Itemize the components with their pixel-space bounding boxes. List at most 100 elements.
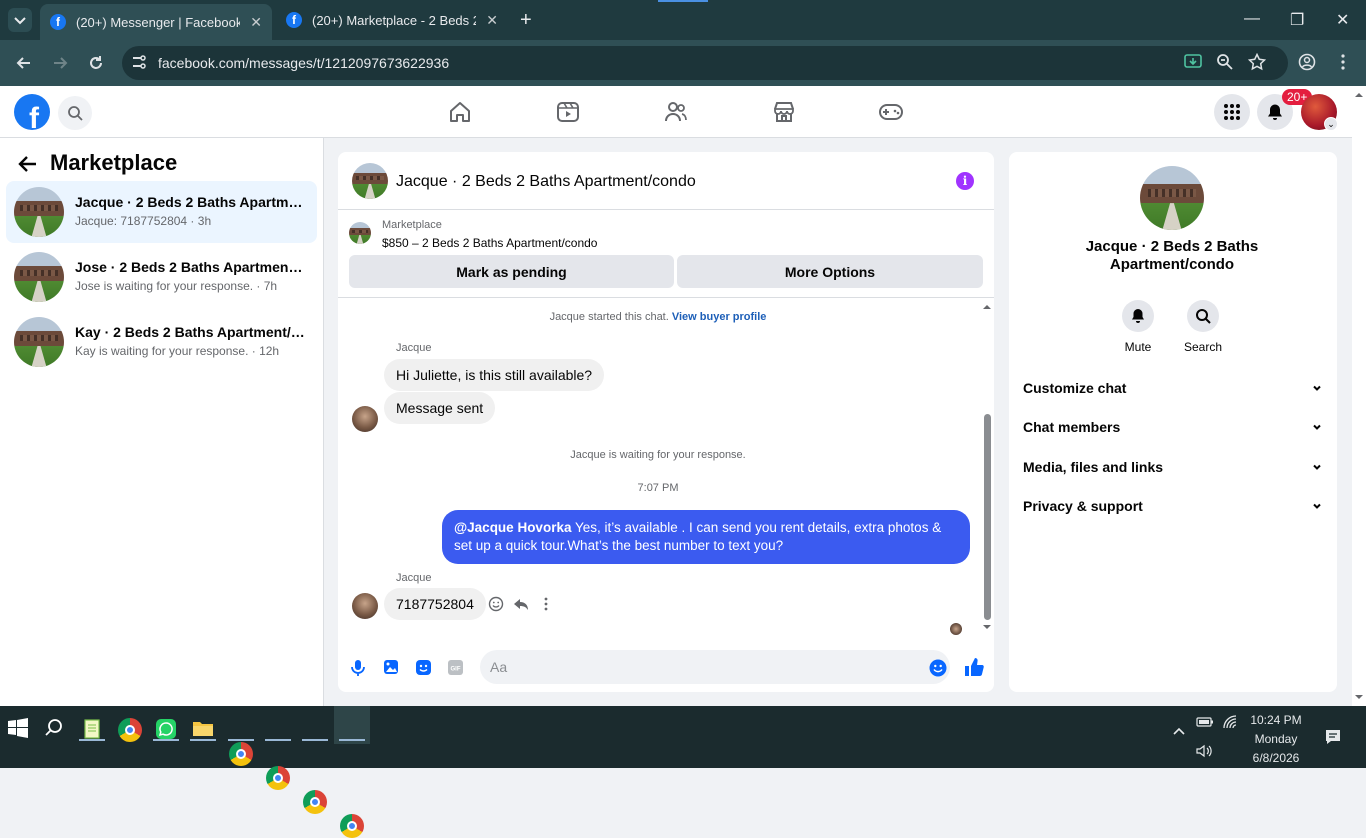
address-bar: facebook.com/messages/t/1212097673622936 <box>0 40 1366 86</box>
customize-chat-section[interactable]: Customize chat <box>1023 376 1323 400</box>
mute-label: Mute <box>1124 340 1152 354</box>
facebook-search-button[interactable] <box>58 96 92 130</box>
listing-thumbnail[interactable] <box>349 222 371 244</box>
home-icon[interactable] <box>448 100 472 124</box>
emoji-icon[interactable] <box>929 659 947 677</box>
kebab-menu-icon[interactable] <box>1334 53 1352 71</box>
chat-details-title: Jacque · 2 Beds 2 Baths Apartment/condo <box>1085 238 1259 273</box>
mention[interactable]: @Jacque Hovorka <box>454 520 571 535</box>
photo-icon[interactable] <box>383 659 399 675</box>
conversation-item[interactable]: Jose · 2 Beds 2 Baths Apartment/condo Jo… <box>6 246 317 308</box>
marketplace-icon[interactable] <box>772 100 796 124</box>
page-scrollbar[interactable] <box>1352 86 1366 706</box>
chat-started-text: Jacque started this chat. <box>549 311 669 323</box>
conversation-item[interactable]: Jacque · 2 Beds 2 Baths Apartment/condo … <box>6 181 317 243</box>
close-tab-icon[interactable]: ✕ <box>250 14 262 31</box>
sticker-icon[interactable] <box>415 659 432 676</box>
chat-scrollbar[interactable] <box>980 298 994 632</box>
chrome-icon[interactable] <box>229 742 253 766</box>
tab-messenger[interactable]: f (20+) Messenger | Facebook ✕ <box>40 4 272 40</box>
close-window-button[interactable]: ✕ <box>1336 10 1349 30</box>
chat-members-section[interactable]: Chat members <box>1023 415 1323 439</box>
install-app-icon[interactable] <box>1184 53 1202 71</box>
tab-marketplace[interactable]: f (20+) Marketplace - 2 Beds 2 Ba ✕ <box>276 4 508 36</box>
back-button[interactable] <box>14 53 34 73</box>
marketplace-label: Marketplace <box>382 219 442 231</box>
clock-time: 10:24 PM <box>1250 713 1302 727</box>
chrome-icon[interactable] <box>340 814 364 838</box>
menu-grid-button[interactable] <box>1214 94 1250 130</box>
listing-thumbnail[interactable] <box>352 163 388 199</box>
friends-icon[interactable] <box>664 100 688 124</box>
url-text[interactable]: facebook.com/messages/t/1212097673622936 <box>158 55 449 71</box>
incoming-message[interactable]: Message sent <box>384 392 496 424</box>
sender-avatar[interactable] <box>352 406 378 432</box>
view-buyer-profile-link[interactable]: View buyer profile <box>672 311 767 323</box>
info-icon[interactable]: i <box>956 172 974 190</box>
volume-icon[interactable] <box>1196 744 1212 758</box>
browser-tab-strip: f (20+) Messenger | Facebook ✕ f (20+) M… <box>0 0 1366 40</box>
message-composer: GIF <box>338 646 994 692</box>
mute-button[interactable]: Mute <box>1108 300 1168 354</box>
thumbs-up-icon[interactable] <box>964 657 984 677</box>
back-arrow-icon[interactable] <box>18 154 38 174</box>
reply-icon[interactable] <box>513 596 529 612</box>
chevron-down-icon[interactable]: ⌄ <box>1324 117 1338 131</box>
media-files-links-section[interactable]: Media, files and links <box>1023 455 1323 479</box>
sender-avatar[interactable] <box>352 593 378 619</box>
scroll-thumb[interactable] <box>984 414 991 620</box>
more-options-button[interactable]: More Options <box>677 255 983 288</box>
notification-center-icon[interactable] <box>1324 728 1342 746</box>
show-hidden-icons[interactable] <box>1172 726 1186 736</box>
listing-thumbnail[interactable] <box>1140 166 1204 230</box>
running-indicator <box>228 739 254 741</box>
windows-start-icon[interactable] <box>8 718 32 742</box>
microphone-icon[interactable] <box>350 659 366 677</box>
profile-icon[interactable] <box>1298 53 1316 71</box>
close-tab-icon[interactable]: ✕ <box>486 12 498 29</box>
react-icon[interactable] <box>488 596 504 612</box>
facebook-favicon-icon: f <box>286 12 302 28</box>
chrome-icon[interactable] <box>266 766 290 790</box>
facebook-logo-icon[interactable]: f <box>14 94 50 130</box>
battery-icon[interactable] <box>1196 716 1214 728</box>
incoming-message[interactable]: Hi Juliette, is this still available? <box>384 359 605 391</box>
running-indicator <box>79 739 105 741</box>
outgoing-message[interactable]: @Jacque Hovorka Yes, it’s available . I … <box>442 510 970 564</box>
search-icon[interactable] <box>44 718 68 742</box>
chrome-icon[interactable] <box>118 718 142 742</box>
video-icon[interactable] <box>556 100 580 124</box>
mark-as-pending-button[interactable]: Mark as pending <box>349 255 674 288</box>
site-settings-icon[interactable] <box>130 53 148 71</box>
conversation-item[interactable]: Kay · 2 Beds 2 Baths Apartment/condo Kay… <box>6 311 317 373</box>
zoom-icon[interactable] <box>1216 53 1234 71</box>
seen-avatar <box>950 623 962 635</box>
grid-icon <box>1224 104 1240 120</box>
reload-icon <box>90 56 102 69</box>
message-timestamp: 7:07 PM <box>637 482 679 494</box>
gif-icon[interactable]: GIF <box>447 659 464 676</box>
wifi-icon[interactable] <box>1222 714 1238 730</box>
conversation-name: Jose · 2 Beds 2 Baths Apartment/condo <box>75 259 305 275</box>
privacy-support-section[interactable]: Privacy & support <box>1023 494 1323 518</box>
gaming-icon[interactable] <box>878 100 904 124</box>
listing-price-title[interactable]: $850 – 2 Beds 2 Baths Apartment/condo <box>382 236 597 250</box>
bookmark-star-icon[interactable] <box>1248 53 1266 71</box>
tab-search-button[interactable] <box>8 8 32 32</box>
chat-title[interactable]: Jacque · 2 Beds 2 Baths Apartment/condo <box>396 173 696 191</box>
listing-thumbnail <box>14 252 64 302</box>
incoming-message[interactable]: 7187752804 <box>384 588 486 620</box>
system-clock[interactable]: 10:24 PM Monday 6/8/2026 <box>1248 711 1304 768</box>
forward-button[interactable] <box>50 53 70 73</box>
search-in-chat-button[interactable]: Search <box>1173 300 1233 354</box>
new-tab-button[interactable]: + <box>520 10 532 30</box>
tab-title: (20+) Marketplace - 2 Beds 2 Ba <box>312 12 476 28</box>
maximize-button[interactable]: ❐ <box>1290 10 1304 30</box>
message-input[interactable] <box>480 650 950 684</box>
more-icon[interactable] <box>538 596 554 612</box>
scroll-down-icon <box>983 625 991 629</box>
reload-button[interactable] <box>86 53 106 73</box>
minimize-button[interactable]: — <box>1244 10 1260 28</box>
marketplace-conversation-list: Marketplace Jacque · 2 Beds 2 Baths Apar… <box>0 138 324 706</box>
chrome-icon[interactable] <box>303 790 327 814</box>
